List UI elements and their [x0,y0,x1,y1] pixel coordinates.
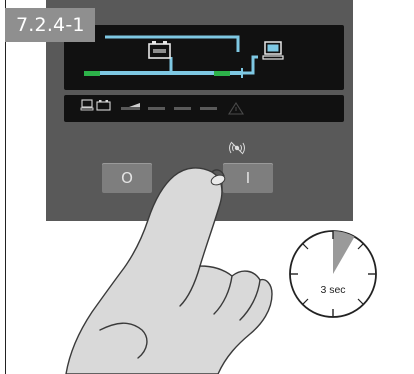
hand-pointing-icon [65,167,273,374]
hand-illustration [65,167,273,374]
figure-label: 7.2.4-1 [5,8,95,42]
ups-control-panel-illustration: 3 sec O I 7.2.4-1 [0,0,414,374]
